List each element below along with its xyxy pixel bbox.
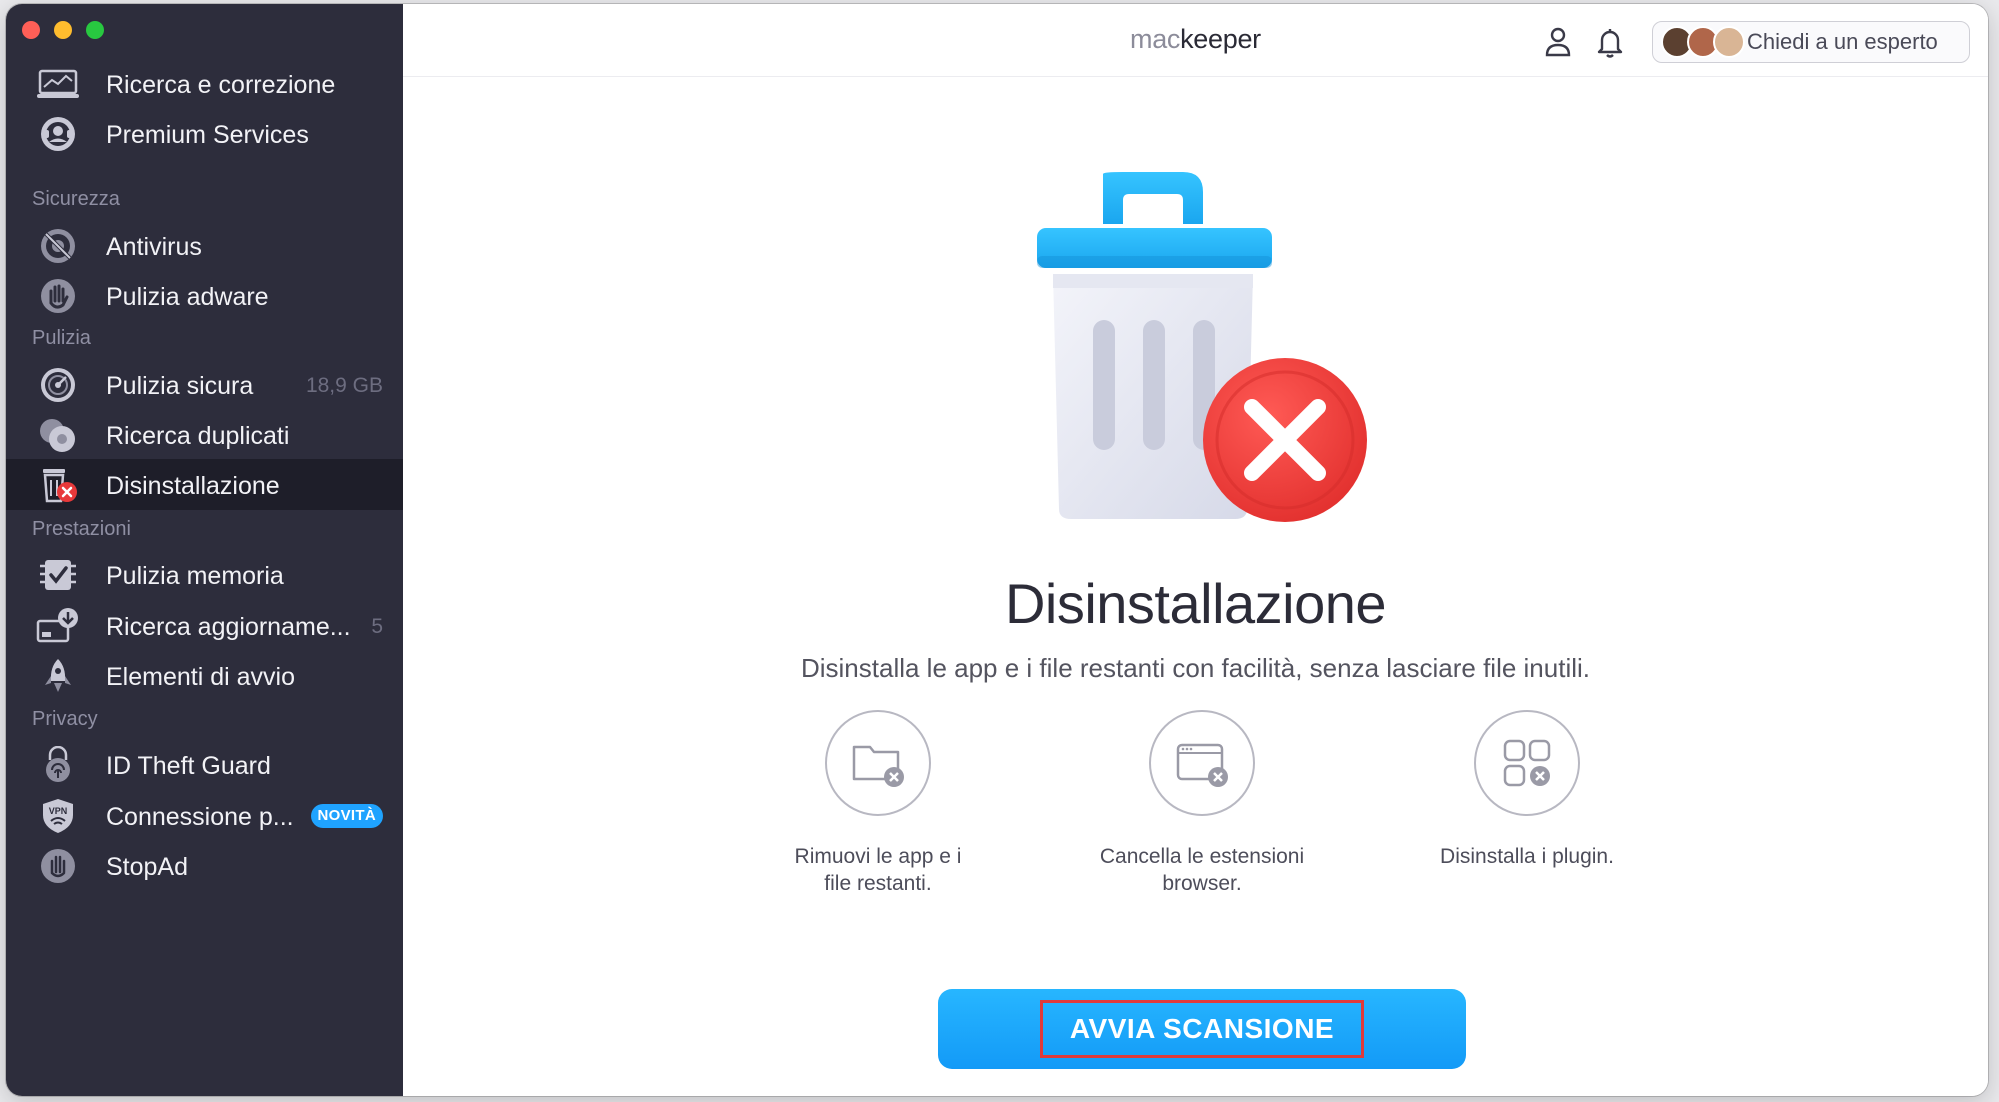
start-scan-button[interactable]: AVVIA SCANSIONE [938, 989, 1466, 1069]
sidebar-item-pulizia-memoria[interactable]: Pulizia memoria [6, 549, 403, 600]
sidebar: Ricerca e correzione Premium Services Si… [6, 4, 403, 1096]
plugins-remove-icon [1474, 710, 1580, 816]
feature-text: Rimuovi le app e i file restanti. [794, 845, 962, 895]
feature-browser-extensions: Cancella le estensioni browser. [1072, 710, 1332, 897]
storage-size-count: 18,9 GB [305, 374, 383, 397]
sidebar-item-label: Pulizia sicura [106, 372, 254, 400]
memory-chip-icon [36, 556, 80, 594]
top-bar: mackeeper Chiedi a un esperto [403, 4, 1988, 77]
laptop-chart-icon [36, 65, 80, 103]
app-window: Ricerca e correzione Premium Services Si… [6, 4, 1988, 1096]
minimize-window-button[interactable] [54, 21, 72, 39]
browser-remove-icon [1149, 710, 1255, 816]
section-title-pulizia: Pulizia [32, 327, 91, 349]
feature-text: Disinstalla i plugin. [1440, 845, 1614, 868]
main-content: mackeeper Chiedi a un esperto Disinstall… [403, 4, 1988, 1096]
updates-count: 5 [371, 615, 383, 638]
duplicates-icon [36, 416, 80, 454]
sidebar-item-id-theft-guard[interactable]: ID Theft Guard [6, 739, 403, 790]
ask-expert-label: Chiedi a un esperto [1747, 29, 1938, 54]
trash-with-x-icon [1023, 164, 1383, 524]
sidebar-item-label: Pulizia memoria [106, 562, 284, 590]
sidebar-item-label: Ricerca duplicati [106, 422, 290, 450]
feature-text: Cancella le estensioni browser. [1099, 845, 1305, 895]
page-title: Disinstallazione [1004, 572, 1387, 635]
sidebar-item-label: Disinstallazione [106, 472, 280, 500]
ask-expert-button[interactable]: Chiedi a un esperto [1652, 21, 1970, 63]
antivirus-icon [36, 227, 80, 265]
page-subtitle: Disinstalla le app e i file restanti con… [800, 653, 1591, 683]
hand-stop-icon [36, 277, 80, 315]
rocket-icon [36, 657, 80, 695]
feature-remove-apps: Rimuovi le app e i file restanti. [748, 710, 1008, 897]
sidebar-item-pulizia-sicura[interactable]: Pulizia sicura 18,9 GB [6, 359, 403, 410]
sidebar-item-antivirus[interactable]: Antivirus [6, 220, 403, 271]
sidebar-item-label: Elementi di avvio [106, 663, 295, 691]
section-title-privacy: Privacy [32, 708, 98, 730]
section-title-sicurezza: Sicurezza [32, 188, 120, 210]
new-badge: NOVITÀ [310, 804, 383, 828]
sidebar-item-premium-services[interactable]: Premium Services [6, 108, 403, 159]
sidebar-item-ricerca-duplicati[interactable]: Ricerca duplicati [6, 409, 403, 460]
sidebar-item-ricerca-correzione[interactable]: Ricerca e correzione [6, 58, 403, 109]
sidebar-item-ricerca-aggiornamenti[interactable]: Ricerca aggiorname... 5 [6, 600, 403, 651]
sidebar-item-disinstallazione[interactable]: Disinstallazione [6, 459, 403, 510]
sidebar-item-label: Pulizia adware [106, 283, 269, 311]
svg-text:VPN: VPN [49, 806, 68, 816]
sidebar-item-pulizia-adware[interactable]: Pulizia adware [6, 270, 403, 321]
sidebar-item-label: Premium Services [106, 121, 309, 149]
support-agent-icon [36, 115, 80, 153]
sidebar-item-label: Ricerca aggiorname... [106, 613, 351, 641]
trash-uninstall-icon [36, 466, 80, 504]
sidebar-item-stopad[interactable]: StopAd [6, 840, 403, 891]
sidebar-item-label: Ricerca e correzione [106, 71, 336, 99]
stopad-hand-icon [36, 847, 80, 885]
disk-cleaner-icon [36, 366, 80, 404]
mackeeper-logo: mackeeper [1130, 24, 1261, 54]
bell-icon[interactable] [1595, 26, 1625, 58]
avatar [1713, 26, 1745, 58]
update-download-icon [36, 607, 80, 645]
maximize-window-button[interactable] [86, 21, 104, 39]
folder-remove-icon [825, 710, 931, 816]
experts-avatars [1661, 26, 1751, 58]
sidebar-item-label: StopAd [106, 853, 189, 881]
sidebar-item-label: ID Theft Guard [106, 752, 271, 780]
traffic-lights [22, 21, 104, 39]
fingerprint-lock-icon [36, 746, 80, 784]
section-title-prestazioni: Prestazioni [32, 518, 131, 540]
sidebar-item-label: Connessione p... [106, 803, 294, 831]
profile-icon[interactable] [1543, 26, 1573, 58]
sidebar-item-elementi-avvio[interactable]: Elementi di avvio [6, 650, 403, 701]
sidebar-item-connessione-privata[interactable]: VPN Connessione p... NOVITÀ [6, 790, 403, 841]
sidebar-item-label: Antivirus [106, 233, 202, 261]
feature-plugins: Disinstalla i plugin. [1397, 710, 1657, 870]
close-window-button[interactable] [22, 21, 40, 39]
vpn-shield-icon: VPN [36, 797, 80, 835]
